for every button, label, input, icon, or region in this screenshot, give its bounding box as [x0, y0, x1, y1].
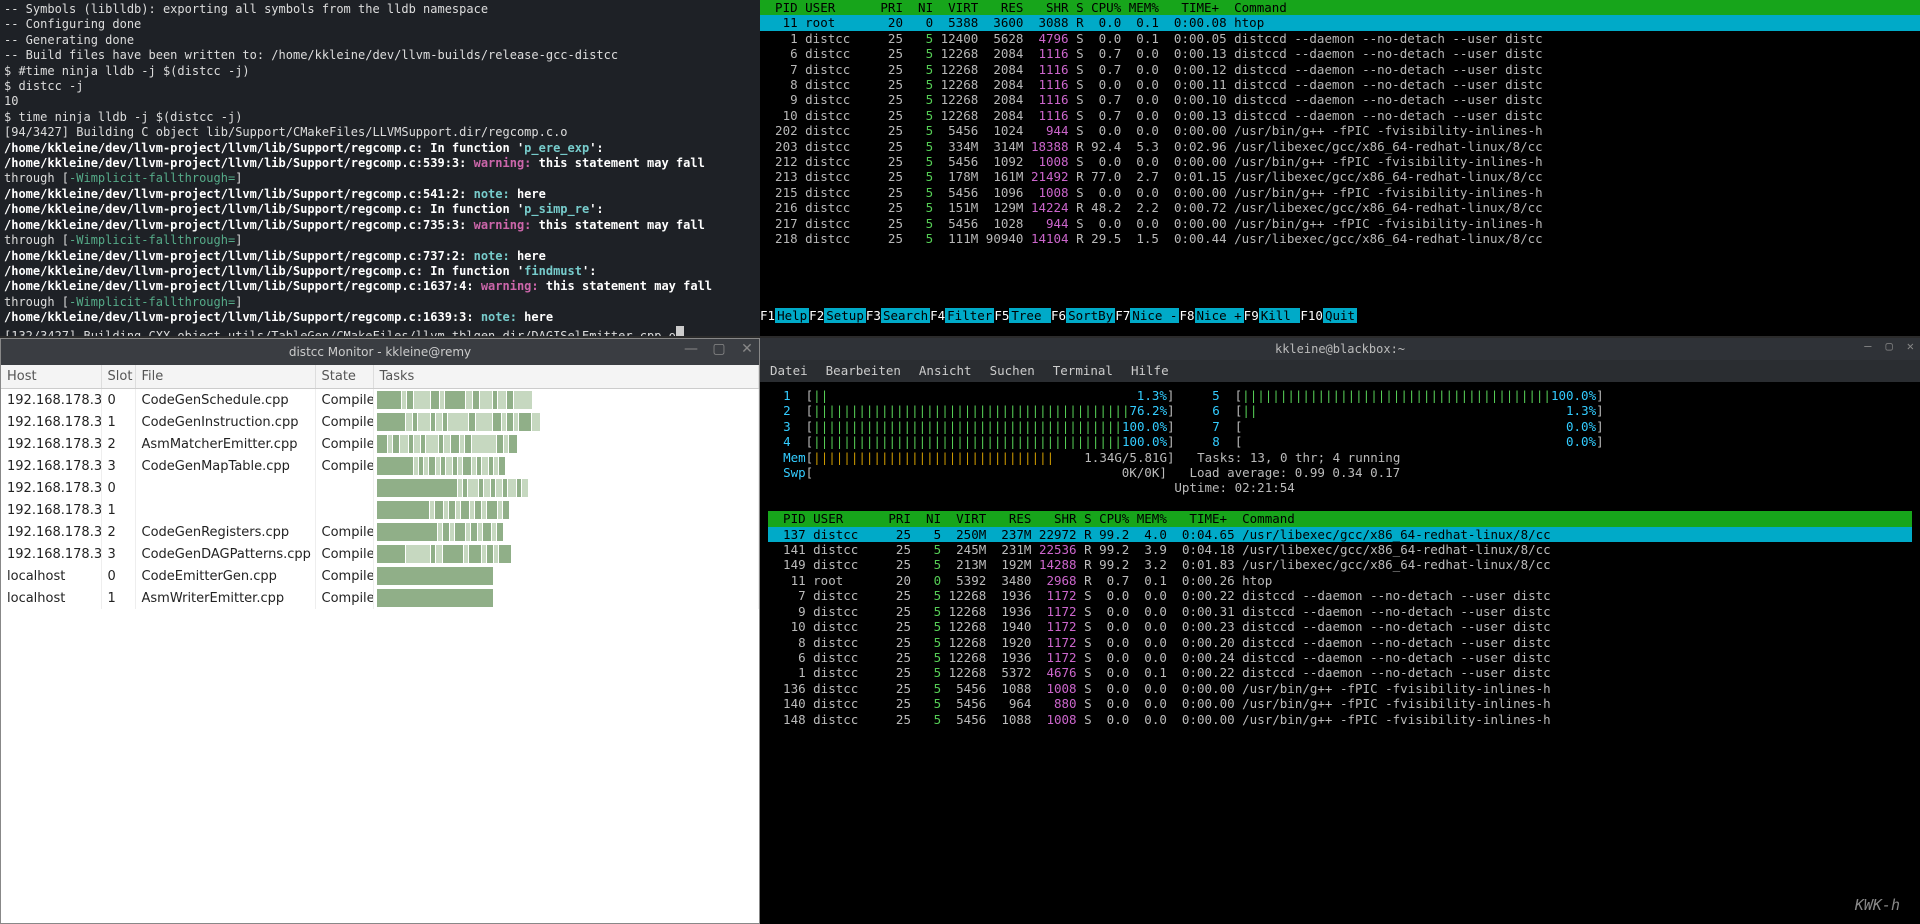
maximize-icon[interactable]: ▢ — [1886, 339, 1893, 353]
distcc-monitor-window: distcc Monitor - kkleine@remy — ▢ ✕ Host… — [0, 338, 760, 924]
table-row[interactable]: 192.168.178.330CodeGenSchedule.cppCompil… — [1, 389, 759, 412]
minimize-icon[interactable]: — — [1864, 339, 1871, 353]
column-host[interactable]: Host — [1, 365, 101, 389]
watermark: KWK-h — [1855, 896, 1900, 914]
table-row[interactable]: localhost1AsmWriterEmitter.cppCompile — [1, 587, 759, 609]
menu-hilfe[interactable]: Hilfe — [1131, 363, 1169, 379]
table-row[interactable]: 192.168.178.331CodeGenInstruction.cppCom… — [1, 411, 759, 433]
table-row[interactable]: 192.168.178.332AsmMatcherEmitter.cppComp… — [1, 433, 759, 455]
menu-suchen[interactable]: Suchen — [990, 363, 1035, 379]
menu-datei[interactable]: Datei — [770, 363, 808, 379]
table-row[interactable]: 192.168.178.333CodeGenMapTable.cppCompil… — [1, 455, 759, 477]
window-title: kkleine@blackbox:~ — [1275, 342, 1405, 356]
htop-top[interactable]: PID USER PRI NI VIRT RES SHR S CPU% MEM%… — [760, 0, 1920, 336]
table-row[interactable]: 192.168.178.392CodeGenRegisters.cppCompi… — [1, 521, 759, 543]
maximize-icon[interactable]: ▢ — [711, 341, 727, 357]
column-slot[interactable]: Slot — [101, 365, 135, 389]
terminal-menubar[interactable]: Datei Bearbeiten Ansicht Suchen Terminal Hilf… — [760, 360, 1920, 382]
column-tasks[interactable]: Tasks — [373, 365, 759, 389]
menu-ansicht[interactable]: Ansicht — [919, 363, 972, 379]
table-row[interactable]: localhost0CodeEmitterGen.cppCompile — [1, 565, 759, 587]
distcc-table: HostSlotFileStateTasks 192.168.178.330Co… — [1, 365, 759, 609]
close-icon[interactable]: ✕ — [739, 341, 755, 357]
minimize-icon[interactable]: — — [683, 341, 699, 357]
close-icon[interactable]: ✕ — [1907, 339, 1914, 353]
menu-bearbeiten[interactable]: Bearbeiten — [826, 363, 901, 379]
window-title: distcc Monitor - kkleine@remy — [289, 345, 471, 359]
window-titlebar[interactable]: kkleine@blackbox:~ — ▢ ✕ — [760, 338, 1920, 360]
column-file[interactable]: File — [135, 365, 315, 389]
table-row[interactable]: 192.168.178.393CodeGenDAGPatterns.cppCom… — [1, 543, 759, 565]
window-titlebar[interactable]: distcc Monitor - kkleine@remy — ▢ ✕ — [1, 339, 759, 365]
table-row[interactable]: 192.168.178.391 — [1, 499, 759, 521]
table-row[interactable]: 192.168.178.390 — [1, 477, 759, 499]
terminal-body[interactable]: 1 [|| 1.3%] 5 [|||||||||||||||||||||||||… — [760, 382, 1920, 924]
terminal-window: kkleine@blackbox:~ — ▢ ✕ Datei Bearbeiten… — [760, 338, 1920, 924]
build-terminal[interactable]: -- Symbols (liblldb): exporting all symb… — [0, 0, 760, 336]
column-state[interactable]: State — [315, 365, 373, 389]
menu-terminal[interactable]: Terminal — [1053, 363, 1113, 379]
